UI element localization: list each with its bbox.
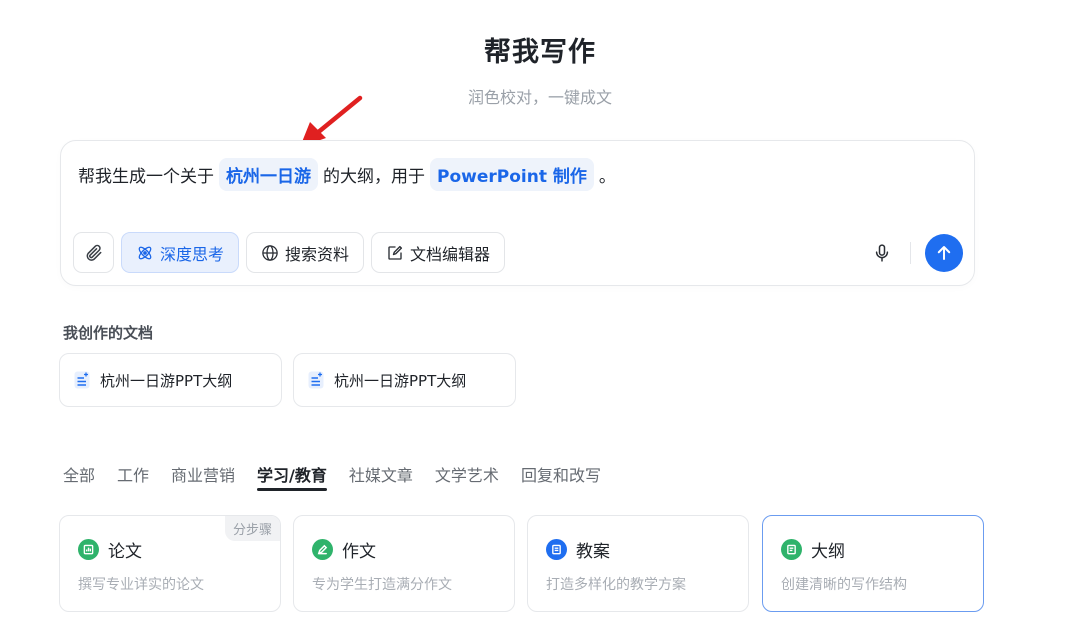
template-desc: 创建清晰的写作结构 (781, 577, 907, 593)
deep-think-button[interactable]: 深度思考 (121, 232, 240, 273)
tab-work[interactable]: 工作 (117, 465, 149, 491)
prompt-text-before: 帮我生成一个关于 (78, 166, 214, 187)
template-card-lesson-plan[interactable]: 教案 打造多样化的教学方案 (527, 515, 749, 612)
template-title: 教案 (576, 542, 610, 562)
my-docs-heading: 我创作的文档 (63, 324, 154, 342)
tab-literature-art[interactable]: 文学艺术 (435, 465, 499, 491)
arrow-up-icon (937, 246, 951, 260)
deep-think-label: 深度思考 (160, 244, 225, 264)
template-card-essay[interactable]: 作文 专为学生打造满分作文 (293, 515, 515, 612)
toolbar-divider (910, 242, 911, 264)
template-desc: 专为学生打造满分作文 (312, 577, 452, 593)
doc-card-title: 杭州一日游PPT大纲 (100, 371, 233, 390)
pen-icon (312, 539, 333, 560)
page-title: 帮我写作 (484, 37, 596, 68)
prompt-slot-topic[interactable]: 杭州一日游 (219, 157, 318, 191)
doc-card[interactable]: 杭州一日游PPT大纲 (59, 353, 282, 407)
edit-doc-icon (388, 245, 403, 260)
category-tabs: 全部 工作 商业营销 学习/教育 社媒文章 文学艺术 回复和改写 (63, 465, 601, 491)
microphone-icon (875, 244, 889, 262)
prompt-text-after: 。 (598, 166, 616, 187)
prompt-text-middle: 的大纲，用于 (323, 166, 425, 187)
doc-editor-button[interactable]: 文档编辑器 (371, 232, 506, 273)
atom-icon (138, 246, 152, 259)
document-icon (308, 371, 324, 389)
template-title: 大纲 (811, 542, 845, 562)
globe-icon (262, 244, 278, 261)
document-icon (74, 371, 90, 389)
outline-icon (781, 539, 802, 560)
prompt-composer[interactable]: 帮我生成一个关于 杭州一日游 的大纲，用于 PowerPoint 制作 。 深度… (60, 140, 975, 286)
search-web-label: 搜索资料 (285, 244, 350, 264)
step-badge: 分步骤 (224, 516, 280, 541)
prompt-slot-usage[interactable]: PowerPoint 制作 (430, 157, 594, 191)
voice-input-button[interactable] (869, 240, 895, 266)
page-subtitle: 润色校对，一键成文 (467, 88, 612, 107)
doc-card-title: 杭州一日游PPT大纲 (334, 371, 467, 390)
doc-card[interactable]: 杭州一日游PPT大纲 (293, 353, 516, 407)
template-title: 作文 (342, 542, 376, 562)
chart-icon (78, 539, 99, 560)
attach-button[interactable] (73, 232, 114, 273)
tab-education[interactable]: 学习/教育 (257, 465, 327, 491)
book-icon (546, 539, 567, 560)
doc-editor-label: 文档编辑器 (410, 244, 491, 264)
prompt-text[interactable]: 帮我生成一个关于 杭州一日游 的大纲，用于 PowerPoint 制作 。 (78, 157, 616, 191)
template-card-paper[interactable]: 分步骤 论文 撰写专业详实的论文 (59, 515, 281, 612)
template-desc: 撰写专业详实的论文 (78, 577, 204, 593)
tab-marketing[interactable]: 商业营销 (171, 465, 235, 491)
composer-toolbar: 深度思考 搜索资料 文档编辑器 (73, 232, 506, 273)
tab-all[interactable]: 全部 (63, 465, 95, 491)
template-desc: 打造多样化的教学方案 (546, 577, 686, 593)
tab-reply-rewrite[interactable]: 回复和改写 (521, 465, 601, 491)
search-web-button[interactable]: 搜索资料 (246, 232, 365, 273)
tab-social-media[interactable]: 社媒文章 (349, 465, 413, 491)
paperclip-icon (86, 244, 101, 261)
template-card-outline[interactable]: 大纲 创建清晰的写作结构 (762, 515, 984, 612)
template-title: 论文 (108, 542, 142, 562)
send-button[interactable] (925, 234, 963, 272)
